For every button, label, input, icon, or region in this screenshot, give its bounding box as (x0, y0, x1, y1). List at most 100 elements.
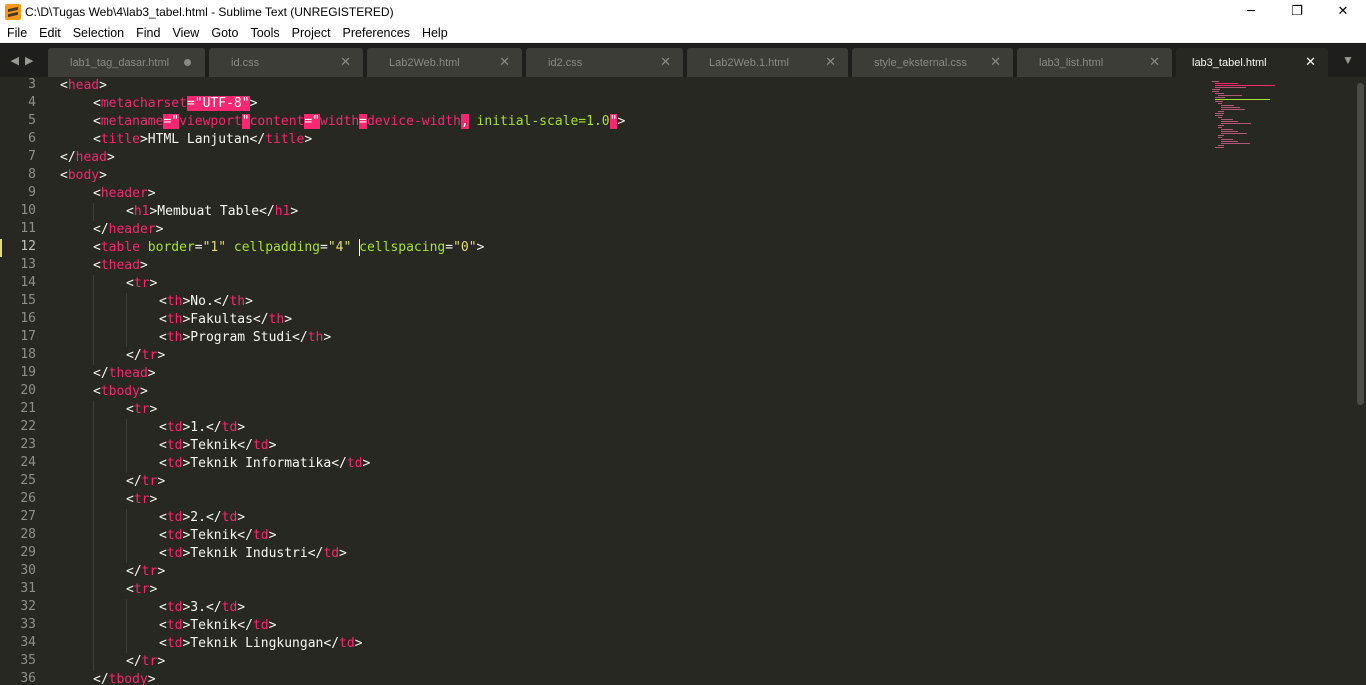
code-token: > (139, 258, 148, 273)
minimap-line (1215, 85, 1275, 86)
code-token: </ (126, 564, 142, 579)
tab-style-eksternal[interactable]: style_eksternal.css ✕ (852, 48, 1013, 77)
tab-lab2web[interactable]: Lab2Web.html ✕ (367, 48, 522, 77)
tab-close-icon[interactable]: ✕ (990, 55, 1001, 70)
restore-button[interactable]: ❐ (1274, 0, 1320, 23)
code-token: td (166, 546, 183, 561)
menu-preferences[interactable]: Preferences (342, 26, 411, 40)
code-token: device-width (366, 114, 461, 129)
code-token: tr (141, 564, 158, 579)
line-number: 16 (20, 311, 36, 326)
code-token: </ (93, 366, 109, 381)
menu-project[interactable]: Project (291, 26, 332, 40)
code-token: </ (93, 222, 109, 237)
tab-close-icon[interactable]: ✕ (499, 55, 510, 70)
menu-edit[interactable]: Edit (38, 26, 62, 40)
code-token: >Teknik Industri</ (182, 546, 324, 561)
line-number: 14 (20, 275, 36, 290)
close-button[interactable]: ✕ (1320, 0, 1366, 23)
code-line: <td>2.</td> (159, 509, 245, 527)
code-token: tbody (108, 672, 148, 685)
editor-area[interactable]: 3 4 5 6 7 8 9 10 11 12 13 14 15 16 17 18 19 20 21 22 23 24 25 2… (0, 77, 1366, 685)
tab-close-icon[interactable]: ✕ (825, 55, 836, 70)
tab-close-icon[interactable]: ✕ (340, 55, 351, 70)
tab-lab3-list[interactable]: lab3_list.html ✕ (1017, 48, 1172, 77)
tab-right-arrow-icon[interactable]: ▶ (25, 54, 33, 67)
menu-selection[interactable]: Selection (72, 26, 125, 40)
vertical-scrollbar[interactable] (1357, 83, 1364, 405)
minimap-line (1215, 99, 1270, 100)
indent-guide (93, 419, 94, 437)
unsaved-dot-icon[interactable] (184, 59, 191, 66)
indent-guide (126, 311, 127, 329)
code-line: </tr> (126, 563, 165, 581)
tab-lab1-tag-dasar[interactable]: lab1_tag_dasar.html (48, 48, 205, 77)
tab-close-icon[interactable]: ✕ (1149, 55, 1160, 70)
sublime-text-icon (5, 3, 21, 20)
code-token: td (166, 636, 183, 651)
code-token: content (249, 114, 305, 129)
indent-guide (126, 545, 127, 563)
code-token: < (126, 276, 134, 291)
tab-id2-css[interactable]: id2.css ✕ (526, 48, 683, 77)
code-line: <table border="1" cellpadding="4" cellsp… (93, 239, 484, 257)
code-token: th (166, 294, 183, 309)
code-token: < (159, 528, 167, 543)
tab-id-css[interactable]: id.css ✕ (209, 48, 363, 77)
code-token: < (159, 510, 167, 525)
line-number: 5 (28, 113, 36, 128)
tab-lab2web-1[interactable]: Lab2Web.1.html ✕ (687, 48, 848, 77)
menu-tools[interactable]: Tools (249, 26, 280, 40)
minimap-line (1215, 97, 1225, 98)
line-number: 23 (20, 437, 36, 452)
line-number: 17 (20, 329, 36, 344)
code-token: >3.</ (182, 600, 222, 615)
indent-guide (93, 599, 94, 617)
code-token: cellspacing (359, 240, 446, 255)
menu-goto[interactable]: Goto (210, 26, 239, 40)
indent-guide (93, 545, 94, 563)
tab-label: id2.css (548, 56, 583, 69)
menu-file[interactable]: File (6, 26, 28, 40)
tab-list-dropdown-icon[interactable]: ▼ (1330, 43, 1366, 77)
code-token: < (93, 186, 101, 201)
minimap-line (1218, 117, 1223, 118)
code-token: width (320, 114, 360, 129)
minimap-line (1218, 103, 1223, 104)
code-token: ="UTF-8 (186, 96, 242, 111)
indent-guide (126, 293, 127, 311)
line-number: 31 (20, 581, 36, 596)
line-number: 19 (20, 365, 36, 380)
menu-help[interactable]: Help (421, 26, 449, 40)
code-line: <thead> (93, 257, 148, 275)
code-token: >Fakultas</ (182, 312, 269, 327)
code-token: head (75, 150, 107, 165)
tab-close-icon[interactable]: ✕ (1305, 55, 1316, 70)
code-token: > (147, 186, 156, 201)
code-token: tr (133, 582, 150, 597)
code-token: < (159, 420, 167, 435)
menu-view[interactable]: View (171, 26, 200, 40)
code-token: >Teknik Informatika</ (182, 456, 347, 471)
code-token: > (149, 582, 158, 597)
line-number: 6 (28, 131, 36, 146)
tab-close-icon[interactable]: ✕ (660, 55, 671, 70)
code-token: th (307, 330, 324, 345)
tab-lab3-tabel[interactable]: lab3_tabel.html ✕ (1176, 48, 1328, 77)
minimap-line (1218, 145, 1224, 146)
code-token: " (241, 114, 250, 129)
minimap-line (1215, 147, 1224, 148)
minimap-line (1221, 107, 1240, 108)
code-token: >1.</ (182, 420, 222, 435)
minimize-button[interactable]: ─ (1228, 0, 1274, 23)
code-token: td (166, 618, 183, 633)
minimap[interactable] (1212, 77, 1282, 157)
code-token: > (237, 510, 246, 525)
code-token: meta (100, 114, 133, 129)
menu-find[interactable]: Find (135, 26, 161, 40)
tab-left-arrow-icon[interactable]: ◀ (11, 54, 19, 67)
code-token: th (166, 312, 183, 327)
line-number: 25 (20, 473, 36, 488)
code-token: > (268, 438, 277, 453)
